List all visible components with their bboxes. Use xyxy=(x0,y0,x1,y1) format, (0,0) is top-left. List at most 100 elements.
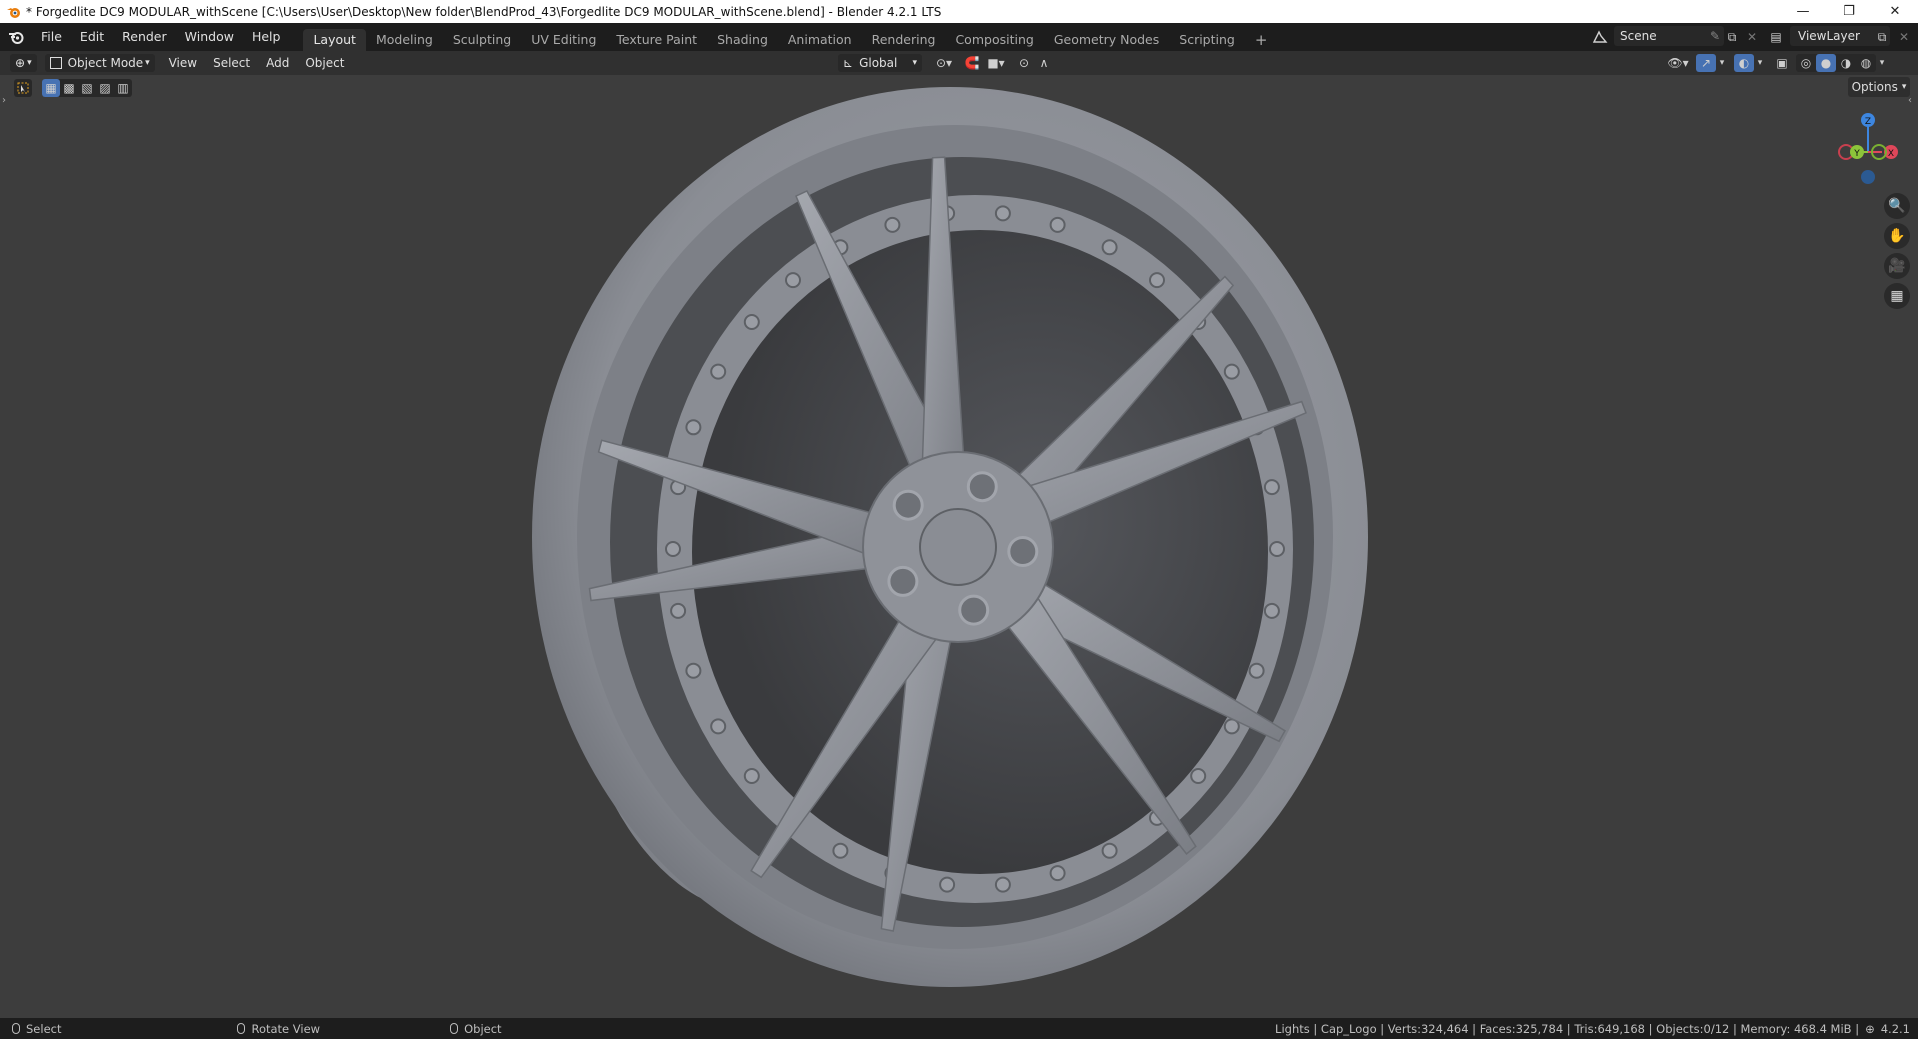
navigation-gizmo[interactable]: Z Y X xyxy=(1828,107,1908,187)
camera-view-icon[interactable]: 🎥 xyxy=(1884,253,1910,279)
toolbar-expand-icon[interactable]: › xyxy=(2,95,6,106)
rim-bolt xyxy=(1049,865,1066,882)
xray-toggle-icon[interactable]: ▣ xyxy=(1772,54,1792,72)
status-object: Object xyxy=(450,1022,502,1036)
rim-bolt xyxy=(1269,541,1285,557)
menu-window[interactable]: Window xyxy=(176,23,243,51)
menu-render[interactable]: Render xyxy=(113,23,176,51)
chevron-down-icon[interactable]: ▾ xyxy=(1876,54,1888,72)
chevron-down-icon[interactable]: ▾ xyxy=(1754,54,1766,72)
solid-shading-icon[interactable]: ● xyxy=(1816,54,1836,72)
rim-bolt xyxy=(884,216,901,233)
menu-add[interactable]: Add xyxy=(258,56,297,70)
rim-bolt xyxy=(670,602,687,619)
rendered-shading-icon[interactable]: ◍ xyxy=(1856,54,1876,72)
wireframe-shading-icon[interactable]: ◎ xyxy=(1796,54,1816,72)
invert-selection-icon[interactable]: ▨ xyxy=(96,79,114,97)
chevron-down-icon: ▾ xyxy=(145,58,150,68)
menu-select[interactable]: Select xyxy=(205,56,258,70)
editor-type-button[interactable]: ⊕ ▾ xyxy=(10,54,37,72)
intersect-selection-icon[interactable]: ▥ xyxy=(114,79,132,97)
menu-object[interactable]: Object xyxy=(297,56,352,70)
right-mouse-icon xyxy=(450,1023,459,1034)
rim-bolt xyxy=(665,541,681,557)
lug-hole xyxy=(958,594,990,626)
extend-selection-icon[interactable]: ▩ xyxy=(60,79,78,97)
rim-bolt xyxy=(785,272,801,289)
view-layer-type-icon[interactable]: ▤ xyxy=(1766,28,1786,46)
gizmo-neg-z-handle[interactable] xyxy=(1861,170,1875,184)
set-selection-icon[interactable]: ▦ xyxy=(42,79,60,97)
view-layer-name: ViewLayer xyxy=(1798,29,1860,43)
rim-bolt xyxy=(1149,272,1165,289)
scene-type-icon[interactable] xyxy=(1586,28,1614,46)
tab-compositing[interactable]: Compositing xyxy=(945,29,1043,51)
scene-selector[interactable]: Scene ✎ xyxy=(1614,26,1724,46)
rim-bolt xyxy=(832,842,849,859)
chevron-down-icon[interactable]: ▾ xyxy=(1716,54,1728,72)
orientation-icon: ⊾ xyxy=(843,56,854,70)
options-button[interactable]: Options ▾ xyxy=(1848,77,1910,97)
snap-icon[interactable]: 🧲 xyxy=(962,54,982,72)
status-rotate-label: Rotate View xyxy=(251,1021,321,1036)
visibility-icon[interactable]: 👁▾ xyxy=(1664,54,1692,72)
tab-rendering[interactable]: Rendering xyxy=(862,29,946,51)
menu-help[interactable]: Help xyxy=(243,23,290,51)
mode-selector[interactable]: Object Mode ▾ xyxy=(44,54,155,72)
add-workspace-button[interactable]: + xyxy=(1245,29,1278,51)
subtract-selection-icon[interactable]: ▧ xyxy=(78,79,96,97)
rim-bolt xyxy=(1101,842,1118,859)
status-select-label: Select xyxy=(26,1021,62,1036)
menu-edit[interactable]: Edit xyxy=(71,23,113,51)
blender-logo-icon xyxy=(7,7,20,18)
select-tool-icon[interactable] xyxy=(14,79,32,97)
lug-hole xyxy=(966,471,998,503)
tab-animation[interactable]: Animation xyxy=(778,29,862,51)
delete-scene-icon[interactable]: ✕ xyxy=(1742,28,1762,46)
sidebar-expand-icon[interactable]: ‹ xyxy=(1908,95,1912,106)
status-rotate: Rotate View xyxy=(237,1022,320,1036)
proportional-edit-icon[interactable]: ⊙ xyxy=(1014,54,1034,72)
rim-bolt xyxy=(1190,768,1207,784)
3d-viewport[interactable]: ▦ ▩ ▧ ▨ ▥ › ‹ Options ▾ Z Y X 🔍 ✋ 🎥 ▦ xyxy=(0,75,1918,1018)
perspective-grid-icon[interactable]: ▦ xyxy=(1884,283,1910,309)
rim-bolt xyxy=(710,718,727,735)
orientation-label: Global xyxy=(859,56,898,70)
wheel-model[interactable] xyxy=(470,87,1370,1007)
tab-sculpting[interactable]: Sculpting xyxy=(443,29,521,51)
tab-modeling[interactable]: Modeling xyxy=(366,29,443,51)
tab-shading[interactable]: Shading xyxy=(707,29,778,51)
material-shading-icon[interactable]: ◑ xyxy=(1836,54,1856,72)
delete-view-layer-icon[interactable]: ✕ xyxy=(1894,28,1914,46)
falloff-icon[interactable]: ∧ xyxy=(1034,54,1054,72)
rim-bolt xyxy=(685,419,702,436)
lug-hole xyxy=(892,489,924,521)
menu-file[interactable]: File xyxy=(32,23,71,51)
close-button[interactable]: ✕ xyxy=(1872,0,1918,23)
gizmo-toggle-icon[interactable]: ↗ xyxy=(1696,54,1716,72)
transform-orientation-selector[interactable]: ⊾ Global ▾ xyxy=(838,54,922,72)
restore-button[interactable]: ❐ xyxy=(1826,0,1872,23)
new-view-layer-icon[interactable]: ⧉ xyxy=(1872,28,1892,46)
rim-bolt xyxy=(743,768,760,784)
rim-bolt xyxy=(1223,363,1240,380)
overlays-toggle-icon[interactable]: ◐ xyxy=(1734,54,1754,72)
pin-icon[interactable]: ✎ xyxy=(1710,29,1720,43)
pivot-point-icon[interactable]: ⊙▾ xyxy=(930,54,958,72)
selection-mode-group: ▦ ▩ ▧ ▨ ▥ xyxy=(42,79,132,97)
status-bar: Select Rotate View Object Lights | Cap_L… xyxy=(0,1018,1918,1039)
3d-viewport-icon: ⊕ xyxy=(15,56,26,70)
pan-hand-icon[interactable]: ✋ xyxy=(1884,223,1910,249)
tab-uv-editing[interactable]: UV Editing xyxy=(521,29,606,51)
tab-scripting[interactable]: Scripting xyxy=(1169,29,1245,51)
tab-texture-paint[interactable]: Texture Paint xyxy=(606,29,707,51)
snap-target-icon[interactable]: ■▾ xyxy=(982,54,1010,72)
blender-menu-icon[interactable] xyxy=(0,23,32,51)
menu-view[interactable]: View xyxy=(161,56,205,70)
zoom-icon[interactable]: 🔍 xyxy=(1884,193,1910,219)
scene-statistics: Lights | Cap_Logo | Verts:324,464 | Face… xyxy=(1275,1022,1918,1036)
new-scene-icon[interactable]: ⧉ xyxy=(1722,28,1742,46)
tab-layout[interactable]: Layout xyxy=(303,29,366,51)
minimize-button[interactable]: — xyxy=(1780,0,1826,23)
tab-geometry-nodes[interactable]: Geometry Nodes xyxy=(1044,29,1169,51)
